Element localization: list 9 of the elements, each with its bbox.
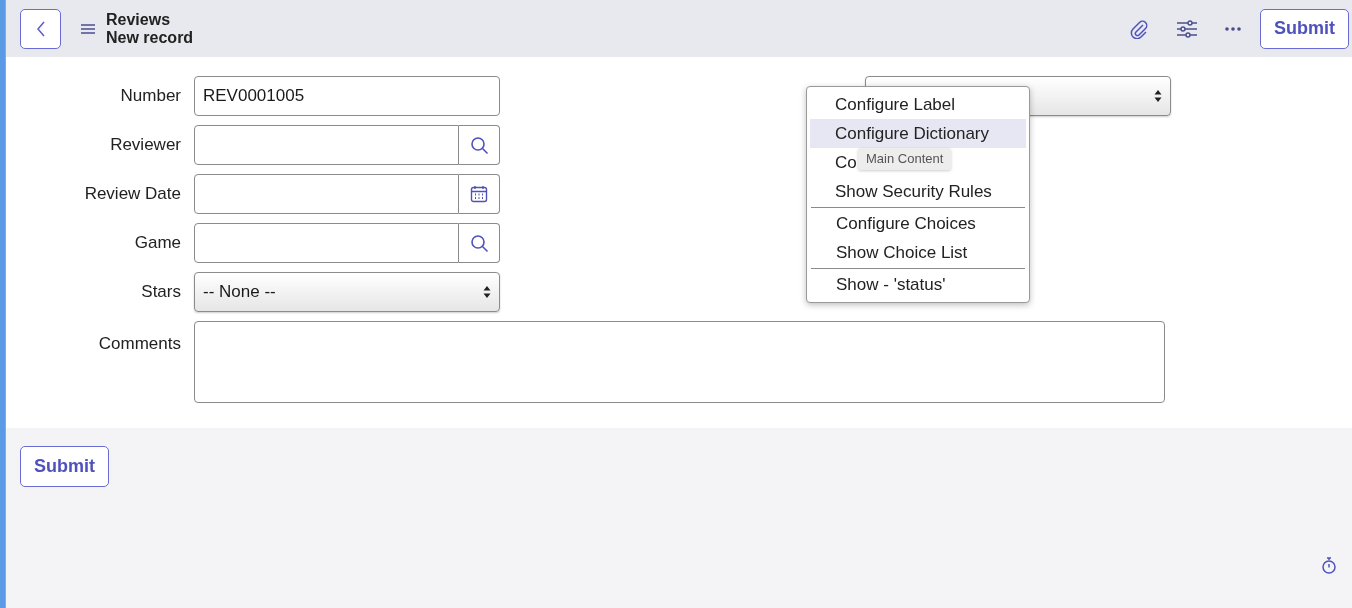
field-label: Review Date <box>83 183 182 206</box>
field-label: Game <box>133 232 182 255</box>
header-subtitle: New record <box>106 28 194 47</box>
field-label: Stars <box>140 281 182 304</box>
header-title: Reviews <box>106 10 172 29</box>
field-label: Reviewer <box>109 134 182 157</box>
tooltip: Main Content <box>858 148 952 170</box>
field-label: Comments <box>97 333 182 355</box>
field-label: Number <box>119 85 182 108</box>
